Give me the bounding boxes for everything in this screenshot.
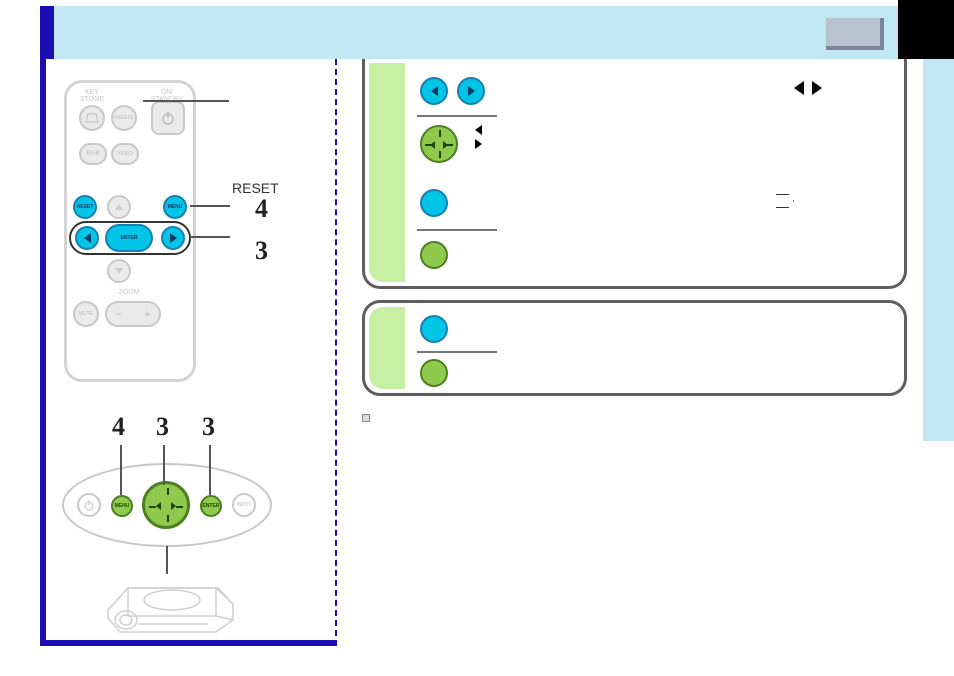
panel-enter-button[interactable]: ENTER [200, 495, 222, 517]
divider [417, 229, 497, 231]
header-bar [40, 6, 954, 59]
down-button [107, 259, 131, 283]
right-strip [923, 59, 954, 441]
left-arrow-icon [475, 125, 482, 135]
instruction-box-1 [362, 59, 907, 289]
mute-button: MUTE [73, 301, 99, 327]
remote-button [420, 189, 448, 217]
divider [417, 115, 497, 117]
panel-menu-button[interactable]: MENU [111, 495, 133, 517]
panel-button [420, 359, 448, 387]
header-accent [40, 6, 54, 59]
keystone-button [79, 105, 105, 131]
power-icon [83, 499, 95, 511]
callout-4: 4 [255, 194, 268, 224]
header-black-box [898, 0, 954, 59]
zoom-label: ZOOM [113, 289, 145, 296]
instruction-box-2 [362, 300, 907, 396]
right-arrow-icon [443, 141, 448, 149]
keystone-label: KEY STONE [77, 89, 107, 103]
up-button [107, 195, 131, 219]
remote-button [420, 315, 448, 343]
reset-button[interactable]: RESET [73, 195, 97, 219]
panel-line-4 [120, 445, 122, 495]
right-arrow-icon [468, 86, 475, 96]
vertical-divider [335, 59, 337, 646]
down-arrow-icon [114, 267, 124, 275]
enter-button[interactable]: ENTER [105, 224, 153, 252]
right-arrow-icon [171, 502, 176, 510]
power-icon [161, 111, 175, 125]
callout-line-3 [190, 236, 230, 238]
keystone-icon [85, 113, 99, 123]
divider [417, 351, 497, 353]
panel-num-4: 4 [112, 412, 125, 442]
remote-control: KEY STONE ON/ STANDBY FREEZE RGB VIDEO R… [64, 80, 196, 382]
callout-line-4 [190, 205, 230, 207]
note-marker [362, 414, 370, 422]
right-button[interactable] [161, 226, 185, 250]
freeze-button: FREEZE [111, 105, 137, 131]
menu-button[interactable]: MENU [163, 195, 187, 219]
right-arrow-icon [475, 139, 482, 149]
right-arrow-icon [170, 233, 177, 243]
tag-icon [776, 194, 794, 208]
zoom-rocker: − + [105, 301, 161, 327]
left-arrow-icon [430, 141, 435, 149]
right-arrow-icon [812, 81, 822, 95]
panel-line-3a [163, 445, 165, 485]
header-grey-box [826, 18, 884, 50]
standby-button [151, 101, 185, 135]
panel-button [420, 241, 448, 269]
panel-num-3a: 3 [156, 412, 169, 442]
remote-right-button [457, 77, 485, 105]
panel-selection-button[interactable] [142, 481, 190, 529]
panel-input-button: INPUT [232, 493, 256, 517]
left-arrow-icon [794, 81, 804, 95]
callout-line-reset [143, 100, 229, 102]
remote-left-button [420, 77, 448, 105]
left-arrow-icon [156, 502, 161, 510]
left-button[interactable] [75, 226, 99, 250]
projector-panel: MENU ENTER INPUT [62, 463, 272, 547]
video-button: VIDEO [111, 143, 139, 165]
panel-num-3b: 3 [202, 412, 215, 442]
step-strip-1 [369, 63, 405, 282]
callout-3: 3 [255, 236, 268, 266]
panel-line-3b [209, 445, 211, 495]
panel-power-button [77, 493, 101, 517]
up-arrow-icon [114, 203, 124, 211]
projector-illustration [98, 560, 238, 640]
left-arrow-icon [84, 233, 91, 243]
panel-selection-button [420, 125, 458, 163]
rgb-button: RGB [79, 143, 107, 165]
left-arrow-icon [431, 86, 438, 96]
step-strip-2 [369, 307, 405, 389]
